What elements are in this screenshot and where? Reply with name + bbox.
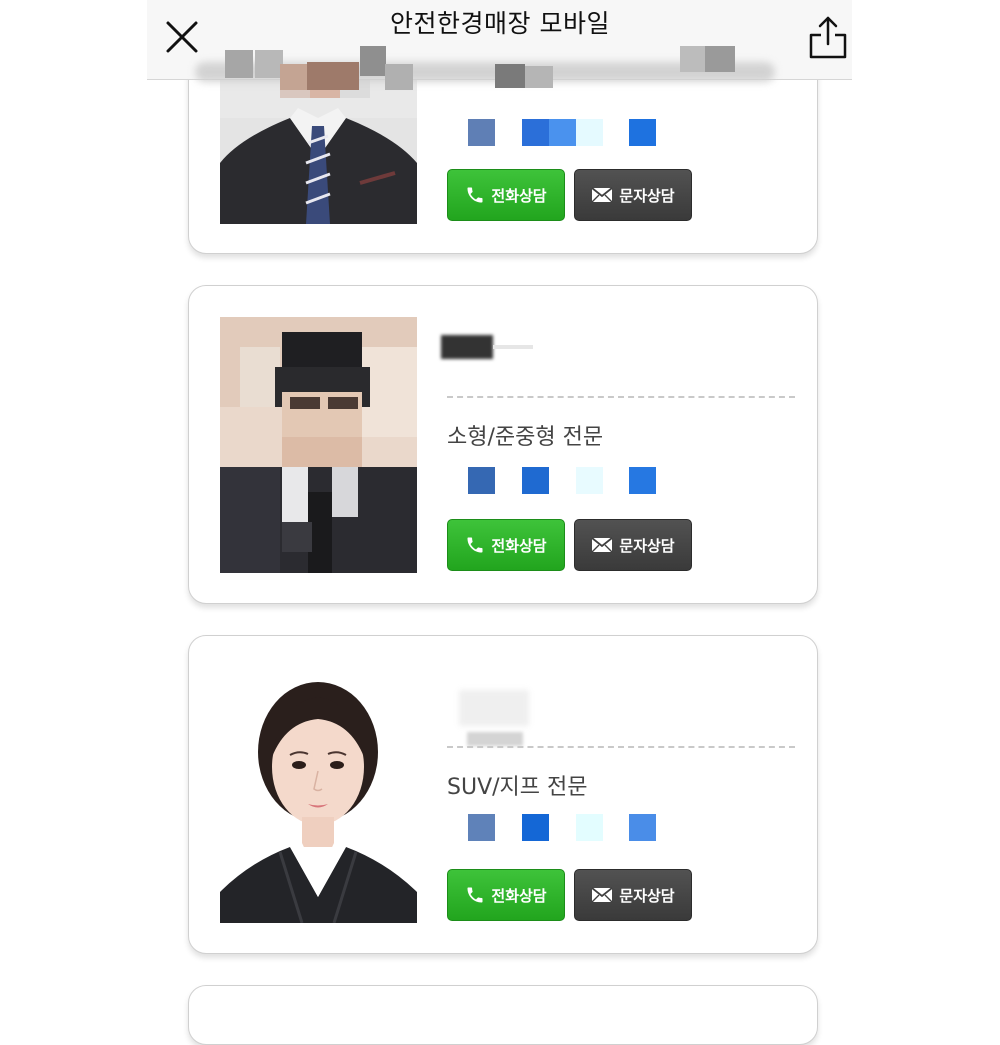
share-icon — [809, 16, 847, 59]
redacted-dealer-name-bar — [467, 732, 523, 746]
call-consult-label: 전화상담 — [491, 536, 547, 555]
sms-consult-label: 문자상담 — [619, 536, 675, 555]
color-swatches — [447, 119, 687, 149]
redacted-dealer-name — [441, 335, 493, 359]
close-button[interactable] — [165, 20, 199, 54]
call-consult-button[interactable]: 전화상담 — [447, 169, 565, 221]
phone-icon — [467, 887, 483, 903]
call-consult-label: 전화상담 — [491, 886, 547, 905]
close-icon — [166, 21, 198, 53]
redacted-dealer-name-faint — [493, 345, 533, 349]
color-swatches — [447, 467, 687, 497]
dealer-card — [188, 985, 818, 1045]
sms-consult-label: 문자상담 — [619, 186, 675, 205]
envelope-icon — [591, 187, 613, 203]
dashed-divider — [447, 396, 795, 398]
sms-consult-label: 문자상담 — [619, 886, 675, 905]
sms-consult-button[interactable]: 문자상담 — [574, 869, 692, 921]
phone-icon — [467, 187, 483, 203]
envelope-icon — [591, 537, 613, 553]
envelope-icon — [591, 887, 613, 903]
dealer-specialty: 소형/준중형 전문 — [447, 425, 604, 450]
call-consult-button[interactable]: 전화상담 — [447, 519, 565, 571]
sms-consult-button[interactable]: 문자상담 — [574, 519, 692, 571]
dealer-card: SUV/지프 전문 전화상담 문자상담 — [188, 635, 818, 954]
sms-consult-button[interactable]: 문자상담 — [574, 169, 692, 221]
dashed-divider — [447, 746, 795, 748]
color-swatches — [447, 814, 687, 844]
page-title: 안전한경매장 모바일 — [390, 9, 610, 38]
call-consult-label: 전화상담 — [491, 186, 547, 205]
dealer-card: 소형/준중형 전문 전화상담 문자상담 — [188, 285, 818, 604]
redacted-dealer-name — [459, 690, 529, 726]
share-button[interactable] — [805, 14, 851, 60]
call-consult-button[interactable]: 전화상담 — [447, 869, 565, 921]
phone-icon — [467, 537, 483, 553]
dealer-specialty: SUV/지프 전문 — [447, 775, 588, 800]
dealer-photo — [220, 667, 417, 923]
dealer-photo — [220, 317, 417, 573]
